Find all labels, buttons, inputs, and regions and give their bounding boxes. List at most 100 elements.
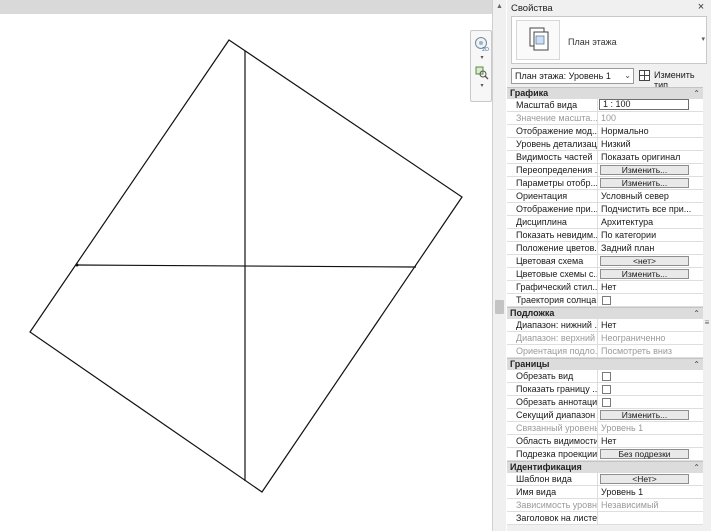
property-edit-button[interactable]: Без подрезки — [600, 449, 689, 459]
property-value[interactable]: Подчистить все при... — [598, 203, 703, 215]
property-checkbox[interactable] — [602, 398, 611, 407]
property-value: 100 — [601, 113, 617, 123]
chevron-up-icon[interactable]: ⌃ — [693, 308, 700, 319]
property-row[interactable]: Диапазон: нижний ... Нет — [507, 319, 703, 332]
property-row: Значение масшта... 100 — [507, 112, 703, 125]
property-row[interactable]: Обрезать вид — [507, 370, 703, 383]
property-name: Обрезать вид — [507, 370, 598, 382]
section-title: Идентификация — [510, 462, 582, 472]
type-name: План этажа — [568, 37, 617, 47]
property-row[interactable]: Уровень детализац... Низкий — [507, 138, 703, 151]
property-row[interactable]: Обрезать аннотации — [507, 396, 703, 409]
edit-type-icon — [639, 70, 650, 81]
properties-scrollbar[interactable]: ≡ — [703, 87, 711, 531]
svg-text:2D: 2D — [482, 47, 489, 52]
property-edit-button[interactable]: Изменить... — [600, 269, 689, 279]
property-edit-button[interactable]: Изменить... — [600, 165, 689, 175]
property-name: Диапазон: нижний ... — [507, 319, 598, 331]
property-value[interactable] — [598, 512, 703, 524]
property-name: Траектория солнца — [507, 294, 598, 306]
properties-grid: Графика ⌃ Масштаб вида 1 : 100 Значение масш… — [507, 87, 703, 525]
property-row[interactable]: Отображение мод... Нормально — [507, 125, 703, 138]
property-input[interactable]: 1 : 100 — [599, 99, 689, 110]
navigation-bar: 2D ▾ ▾ — [470, 30, 492, 102]
property-name: Значение масшта... — [507, 112, 598, 124]
chevron-up-icon[interactable]: ⌃ — [693, 359, 700, 370]
section-title: Графика — [510, 88, 549, 98]
chevron-down-icon[interactable]: ▾ — [701, 35, 705, 43]
property-row[interactable]: Дисциплина Архитектура — [507, 216, 703, 229]
close-icon[interactable]: × — [695, 1, 707, 13]
property-value[interactable]: Нормально — [598, 125, 703, 137]
property-value[interactable]: Условный север — [598, 190, 703, 202]
property-name: Дисциплина — [507, 216, 598, 228]
section-header[interactable]: Идентификация ⌃ — [507, 461, 703, 473]
property-row[interactable]: Цветовые схемы с... Изменить... — [507, 268, 703, 281]
property-row[interactable]: Секущий диапазон Изменить... — [507, 409, 703, 422]
section-header[interactable]: Границы ⌃ — [507, 358, 703, 370]
canvas-scrollbar[interactable]: ▲ — [492, 0, 506, 531]
scroll-thumb[interactable] — [495, 300, 504, 314]
property-row[interactable]: Показать границу ... — [507, 383, 703, 396]
property-row[interactable]: Графический стил... Нет — [507, 281, 703, 294]
property-row[interactable]: Ориентация Условный север — [507, 190, 703, 203]
property-value: Неограниченно — [601, 333, 666, 343]
drawing-canvas[interactable] — [0, 0, 492, 531]
edit-type-button[interactable]: Изменить тип — [638, 68, 710, 90]
property-value[interactable]: Уровень 1 — [598, 486, 703, 498]
chevron-up-icon[interactable]: ⌃ — [693, 88, 700, 99]
property-row[interactable]: Положение цветов... Задний план — [507, 242, 703, 255]
property-row[interactable]: Параметры отобр... Изменить... — [507, 177, 703, 190]
property-name: Видимость частей — [507, 151, 598, 163]
property-name: Секущий диапазон — [507, 409, 598, 421]
property-value[interactable]: Нет — [598, 319, 703, 331]
property-value[interactable]: Нет — [598, 281, 703, 293]
property-row[interactable]: Видимость частей Показать оригинал — [507, 151, 703, 164]
property-value[interactable]: По категории — [598, 229, 703, 241]
property-checkbox[interactable] — [602, 296, 611, 305]
horizontal-axis-line[interactable] — [75, 264, 417, 268]
property-row[interactable]: Масштаб вида 1 : 100 — [507, 99, 703, 112]
section-header[interactable]: Подложка ⌃ — [507, 307, 703, 319]
panel-title: Свойства — [511, 3, 553, 14]
property-value[interactable]: Задний план — [598, 242, 703, 254]
property-name: Обрезать аннотации — [507, 396, 598, 408]
chevron-down-icon[interactable]: ▾ — [478, 55, 486, 61]
property-name: Зависимость уровня — [507, 499, 598, 511]
grip-icon[interactable]: ≡ — [703, 319, 711, 327]
steering-wheel-icon[interactable]: 2D — [473, 34, 490, 54]
property-value[interactable]: Низкий — [598, 138, 703, 150]
chevron-up-icon[interactable]: ⌃ — [693, 462, 700, 473]
chevron-down-icon[interactable]: ▾ — [478, 83, 486, 89]
property-row[interactable]: Подрезка проекции Без подрезки — [507, 448, 703, 461]
instance-filter-select[interactable]: План этажа: Уровень 1 ⌄ — [511, 68, 634, 84]
property-name: Область видимости — [507, 435, 598, 447]
section-header[interactable]: Графика ⌃ — [507, 87, 703, 99]
property-edit-button[interactable]: <Нет> — [600, 474, 689, 484]
property-row[interactable]: Имя вида Уровень 1 — [507, 486, 703, 499]
property-name: Параметры отобр... — [507, 177, 598, 189]
property-checkbox[interactable] — [602, 385, 611, 394]
property-edit-button[interactable]: Изменить... — [600, 410, 689, 420]
property-edit-button[interactable]: <нет> — [600, 256, 689, 266]
floor-plan-drawing[interactable] — [0, 0, 492, 531]
property-row[interactable]: Траектория солнца — [507, 294, 703, 307]
property-row[interactable]: Заголовок на листе — [507, 512, 703, 525]
scroll-up-arrow-icon[interactable]: ▲ — [495, 2, 504, 11]
property-row[interactable]: Область видимости Нет — [507, 435, 703, 448]
property-value: Уровень 1 — [601, 423, 644, 433]
property-name: Переопределения ... — [507, 164, 598, 176]
zoom-region-icon[interactable] — [473, 63, 490, 83]
property-row[interactable]: Шаблон вида <Нет> — [507, 473, 703, 486]
property-row[interactable]: Показать невидим... По категории — [507, 229, 703, 242]
property-row[interactable]: Цветовая схема <нет> — [507, 255, 703, 268]
property-name: Шаблон вида — [507, 473, 598, 485]
property-value[interactable]: Показать оригинал — [598, 151, 703, 163]
property-value[interactable]: Нет — [598, 435, 703, 447]
property-checkbox[interactable] — [602, 372, 611, 381]
property-row[interactable]: Переопределения ... Изменить... — [507, 164, 703, 177]
property-value[interactable]: Архитектура — [598, 216, 703, 228]
type-selector[interactable]: План этажа ▾ — [511, 16, 707, 64]
property-row[interactable]: Отображение при... Подчистить все при... — [507, 203, 703, 216]
property-edit-button[interactable]: Изменить... — [600, 178, 689, 188]
